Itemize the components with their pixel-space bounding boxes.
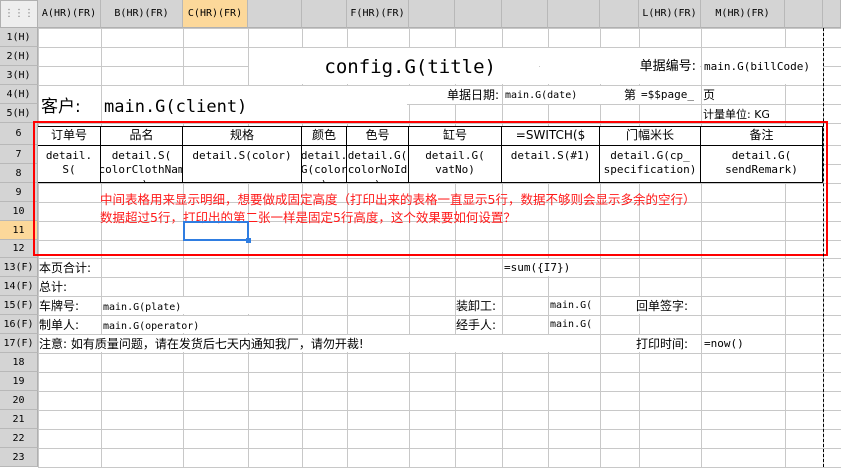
column-header[interactable] <box>502 0 548 28</box>
page-total-cell[interactable]: =sum({I7}) <box>503 259 599 276</box>
column-header-b[interactable]: B(HR)(FR) <box>101 0 183 28</box>
fill-handle[interactable] <box>246 238 251 243</box>
notice-text: 注意: 如有质量问题，请在发货后七天内通知我厂，请勿开裁! <box>39 335 599 352</box>
row-header[interactable]: 14(F) <box>0 277 38 296</box>
page-prefix: 第 <box>600 86 638 104</box>
receipt-sign-label: 回单签字: <box>636 297 700 314</box>
grid-row-line <box>38 372 841 373</box>
page-break-line <box>823 28 824 467</box>
page-number-cell[interactable]: =$$page_ <box>639 86 701 104</box>
column-header[interactable] <box>548 0 600 28</box>
row-header[interactable]: 16(F) <box>0 315 38 334</box>
title-cell[interactable]: config.G(title) <box>249 48 539 84</box>
unit-label: 计量单位: KG <box>703 108 770 121</box>
column-header[interactable] <box>600 0 639 28</box>
row-header[interactable]: 18 <box>0 353 38 372</box>
loader-cell[interactable]: main.G( <box>549 297 599 314</box>
column-header[interactable] <box>823 0 841 28</box>
grid-row-line <box>38 277 841 278</box>
column-header-l[interactable]: L(HR)(FR) <box>639 0 701 28</box>
handler-label: 经手人: <box>456 316 502 333</box>
grid-row-line <box>38 448 841 449</box>
grid-row-line <box>38 28 841 29</box>
date-label: 单据日期: <box>409 86 502 104</box>
row-header[interactable]: 1(H) <box>0 28 38 47</box>
column-header[interactable] <box>455 0 502 28</box>
column-header-c[interactable]: C(HR)(FR) <box>183 0 248 28</box>
column-header-a[interactable]: A(HR)(FR) <box>38 0 101 28</box>
column-header[interactable] <box>302 0 347 28</box>
print-time-label: 打印时间: <box>636 335 700 352</box>
row-header[interactable]: 2(H) <box>0 47 38 66</box>
column-header[interactable] <box>409 0 455 28</box>
grid-row-line <box>38 429 841 430</box>
column-header-f[interactable]: F(HR)(FR) <box>347 0 409 28</box>
maker-label: 制单人: <box>39 316 100 333</box>
select-all-button[interactable]: ⋮⋮⋮ <box>0 0 38 28</box>
row-header[interactable]: 17(F) <box>0 334 38 353</box>
selected-cell-c11[interactable] <box>183 221 249 241</box>
column-header[interactable] <box>785 0 823 28</box>
row-header[interactable]: 4(H) <box>0 85 38 104</box>
grid-row-line <box>38 391 841 392</box>
maker-cell[interactable]: main.G(operator) <box>102 316 302 333</box>
grid-row-line <box>38 258 841 259</box>
column-header[interactable] <box>248 0 302 28</box>
bill-code-cell[interactable]: main.G(billCode) <box>702 48 823 84</box>
bill-code-label: 单据编号: <box>540 48 700 84</box>
handler-cell[interactable]: main.G( <box>549 316 599 333</box>
row-header[interactable]: 22 <box>0 429 38 448</box>
row-header[interactable]: 13(F) <box>0 258 38 277</box>
row-header[interactable]: 15(F) <box>0 296 38 315</box>
grid-row-line <box>38 410 841 411</box>
total-label: 总计: <box>39 278 99 295</box>
grid-row-line <box>38 353 841 354</box>
annotation-highlight-box <box>33 121 828 256</box>
plate-cell[interactable]: main.G(plate) <box>102 297 302 314</box>
column-header-m[interactable]: M(HR)(FR) <box>701 0 785 28</box>
row-header[interactable]: 21 <box>0 410 38 429</box>
page-total-label: 本页合计: <box>39 259 99 276</box>
client-cell[interactable]: main.G(client) <box>102 86 407 122</box>
row-header[interactable]: 20 <box>0 391 38 410</box>
date-cell[interactable]: main.G(date) <box>503 86 599 104</box>
row-header[interactable]: 19 <box>0 372 38 391</box>
page-suffix: 页 <box>703 88 716 102</box>
client-label: 客户: <box>39 86 101 122</box>
loader-label: 装卸工: <box>456 297 502 314</box>
row-header[interactable]: 3(H) <box>0 66 38 85</box>
print-time-cell[interactable]: =now() <box>702 335 784 352</box>
plate-label: 车牌号: <box>39 297 100 314</box>
row-header[interactable]: 23 <box>0 448 38 467</box>
